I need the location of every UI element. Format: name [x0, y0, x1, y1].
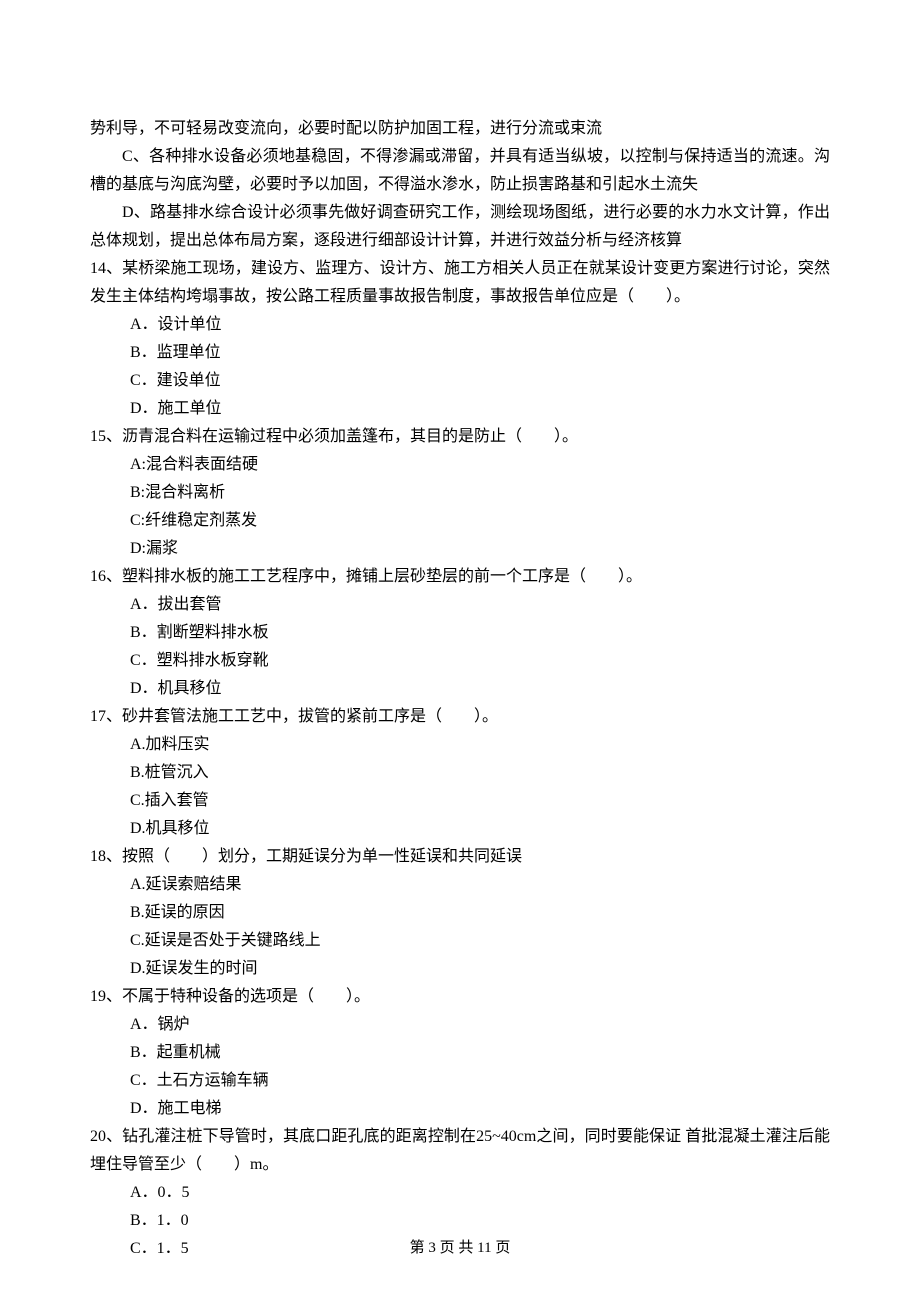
q14-option-b: B．监理单位 [90, 339, 830, 367]
q19-option-a: A．锅炉 [90, 1011, 830, 1039]
q14-option-a: A．设计单位 [90, 311, 830, 339]
q19-option-b: B．起重机械 [90, 1039, 830, 1067]
q19-option-c: C．土石方运输车辆 [90, 1067, 830, 1095]
page-container: 势利导，不可轻易改变流向，必要时配以防护加固工程，进行分流或束流 C、各种排水设… [0, 0, 920, 1313]
q18-option-c: C.延误是否处于关键路线上 [90, 927, 830, 955]
q14-option-c: C．建设单位 [90, 367, 830, 395]
q16-option-a: A．拔出套管 [90, 591, 830, 619]
q15-option-c: C:纤维稳定剂蒸发 [90, 507, 830, 535]
q15-stem: 15、沥青混合料在运输过程中必须加盖篷布，其目的是防止（ ）。 [90, 423, 830, 451]
q16-option-c: C．塑料排水板穿靴 [90, 647, 830, 675]
q17-option-b: B.桩管沉入 [90, 759, 830, 787]
q15-option-d: D:漏浆 [90, 535, 830, 563]
q18-option-a: A.延误索赔结果 [90, 871, 830, 899]
q18-option-b: B.延误的原因 [90, 899, 830, 927]
q20-stem: 20、钻孔灌注桩下导管时，其底口距孔底的距离控制在25~40cm之间，同时要能保… [90, 1123, 830, 1179]
q19-stem: 19、不属于特种设备的选项是（ ）。 [90, 983, 830, 1011]
q15-option-a: A:混合料表面结硬 [90, 451, 830, 479]
q18-stem: 18、按照（ ）划分，工期延误分为单一性延误和共同延误 [90, 843, 830, 871]
q16-stem: 16、塑料排水板的施工工艺程序中，摊铺上层砂垫层的前一个工序是（ ）。 [90, 563, 830, 591]
q14-stem: 14、某桥梁施工现场，建设方、监理方、设计方、施工方相关人员正在就某设计变更方案… [90, 255, 830, 311]
q20-option-b: B．1．0 [90, 1207, 830, 1235]
q17-option-d: D.机具移位 [90, 815, 830, 843]
q18-option-d: D.延误发生的时间 [90, 955, 830, 983]
continued-text-line1: 势利导，不可轻易改变流向，必要时配以防护加固工程，进行分流或束流 [90, 115, 830, 143]
page-footer: 第 3 页 共 11 页 [90, 1235, 830, 1261]
q16-option-d: D．机具移位 [90, 675, 830, 703]
option-c-text: C、各种排水设备必须地基稳固，不得渗漏或滞留，并具有适当纵坡，以控制与保持适当的… [90, 143, 830, 199]
option-d-text: D、路基排水综合设计必须事先做好调查研究工作，测绘现场图纸，进行必要的水力水文计… [90, 199, 830, 255]
q17-stem: 17、砂井套管法施工工艺中，拔管的紧前工序是（ ）。 [90, 703, 830, 731]
q14-option-d: D．施工单位 [90, 395, 830, 423]
q16-option-b: B．割断塑料排水板 [90, 619, 830, 647]
q19-option-d: D．施工电梯 [90, 1095, 830, 1123]
q17-option-c: C.插入套管 [90, 787, 830, 815]
q15-option-b: B:混合料离析 [90, 479, 830, 507]
q20-option-a: A．0．5 [90, 1179, 830, 1207]
q17-option-a: A.加料压实 [90, 731, 830, 759]
